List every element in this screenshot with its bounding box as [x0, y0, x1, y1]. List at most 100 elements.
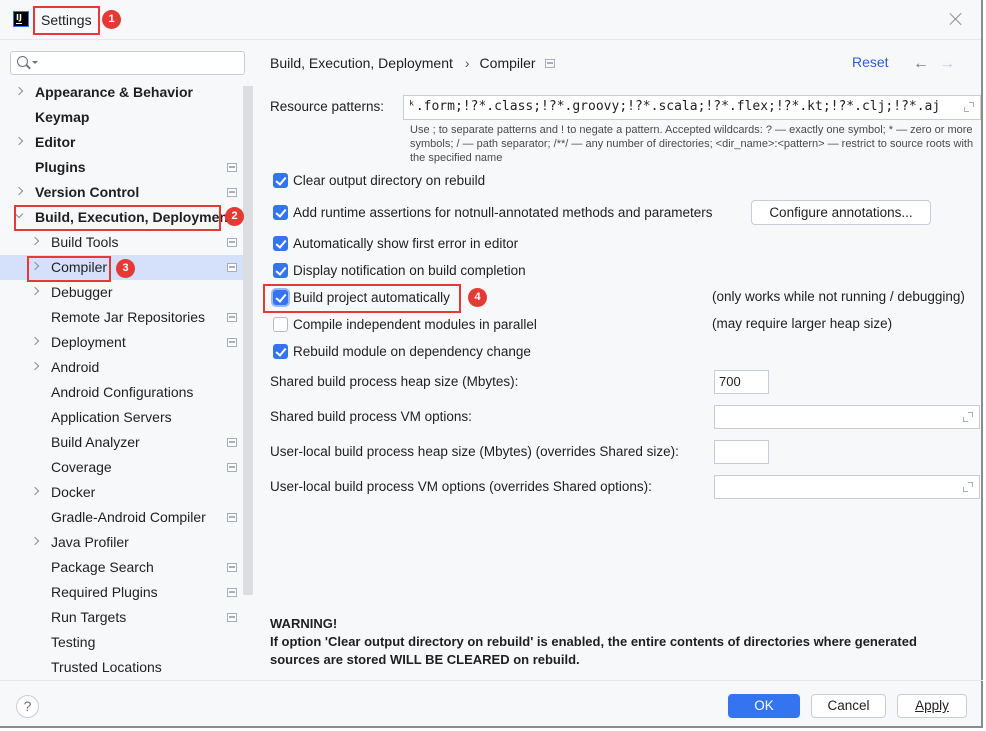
- resource-patterns-input[interactable]: ᵏ.form;!?*.class;!?*.groovy;!?*.scala;!?…: [403, 95, 981, 120]
- shared-vm-label: Shared build process VM options:: [270, 409, 472, 424]
- checkbox[interactable]: [273, 205, 288, 220]
- shared-vm-input[interactable]: [714, 405, 980, 429]
- sidebar-item-deployment[interactable]: Deployment: [0, 330, 243, 355]
- search-history-dropdown-icon[interactable]: [32, 61, 38, 64]
- sidebar-item-editor[interactable]: Editor: [0, 130, 243, 155]
- sidebar-item-testing[interactable]: Testing: [0, 630, 243, 655]
- sidebar-scrollbar[interactable]: [243, 86, 253, 595]
- sidebar-item-label: Docker: [51, 484, 96, 500]
- project-level-icon: [227, 313, 237, 322]
- chevron-right-icon[interactable]: [14, 86, 24, 96]
- chevron-right-icon[interactable]: [30, 336, 40, 346]
- highlight-compiler: [27, 256, 111, 282]
- forward-arrow-icon[interactable]: →: [939, 55, 955, 73]
- breadcrumb-parent[interactable]: Build, Execution, Deployment: [270, 55, 453, 71]
- checkbox[interactable]: [273, 344, 288, 359]
- sidebar-item-label: Testing: [51, 634, 96, 650]
- sidebar-item-debugger[interactable]: Debugger: [0, 280, 243, 305]
- apply-button[interactable]: Apply: [897, 694, 967, 718]
- project-level-icon: [227, 513, 237, 522]
- project-level-icon: [227, 163, 237, 172]
- dialog-title: Settings: [33, 6, 100, 35]
- sidebar-item-build-tools[interactable]: Build Tools: [0, 230, 243, 255]
- chevron-right-icon[interactable]: [30, 286, 40, 296]
- user-vm-input[interactable]: [714, 475, 980, 499]
- settings-search[interactable]: [10, 51, 245, 75]
- sidebar-item-remote-jar-repositories[interactable]: Remote Jar Repositories: [0, 305, 243, 330]
- shared-heap-value: 700: [719, 374, 741, 389]
- chevron-right-icon[interactable]: [14, 186, 24, 196]
- sidebar-item-build-analyzer[interactable]: Build Analyzer: [0, 430, 243, 455]
- warning-title: WARNING!: [270, 616, 338, 631]
- sidebar-item-label: Java Profiler: [51, 534, 129, 550]
- sidebar-item-run-targets[interactable]: Run Targets: [0, 605, 243, 630]
- sidebar-item-java-profiler[interactable]: Java Profiler: [0, 530, 243, 555]
- sidebar-item-label: Editor: [35, 134, 76, 150]
- chevron-right-icon[interactable]: [14, 136, 24, 146]
- cancel-button[interactable]: Cancel: [811, 694, 886, 718]
- user-heap-input[interactable]: [714, 440, 769, 464]
- sidebar-item-docker[interactable]: Docker: [0, 480, 243, 505]
- annotation-badge-2: 2: [225, 207, 244, 226]
- project-level-icon: [227, 613, 237, 622]
- sidebar-item-keymap[interactable]: Keymap: [0, 105, 243, 130]
- sidebar-item-gradle-android-compiler[interactable]: Gradle-Android Compiler: [0, 505, 243, 530]
- sidebar-item-label: Package Search: [51, 559, 154, 575]
- annotation-badge-1: 1: [102, 10, 121, 29]
- ok-button[interactable]: OK: [728, 694, 800, 718]
- reset-link[interactable]: Reset: [852, 54, 889, 70]
- shared-heap-input[interactable]: 700: [714, 370, 769, 394]
- sidebar-item-trusted-locations[interactable]: Trusted Locations: [0, 655, 243, 680]
- chevron-right-icon[interactable]: [30, 361, 40, 371]
- checkbox[interactable]: [273, 263, 288, 278]
- intellij-logo-icon: IJ: [13, 11, 29, 27]
- sidebar-item-coverage[interactable]: Coverage: [0, 455, 243, 480]
- sidebar-item-label: Trusted Locations: [51, 659, 162, 675]
- checkbox[interactable]: [273, 236, 288, 251]
- sidebar-item-label: Gradle-Android Compiler: [51, 509, 206, 525]
- sidebar-item-label: Keymap: [35, 109, 90, 125]
- checkbox-label: Compile independent modules in parallel: [293, 317, 537, 332]
- sidebar-item-label: Android Configurations: [51, 384, 194, 400]
- resource-patterns-hint: Use ; to separate patterns and ! to nega…: [410, 124, 974, 164]
- breadcrumb-current: Compiler: [479, 55, 536, 71]
- resource-patterns-label: Resource patterns:: [270, 99, 385, 114]
- project-level-icon: [227, 463, 237, 472]
- sidebar-item-label: Required Plugins: [51, 584, 158, 600]
- checkbox[interactable]: [273, 317, 288, 332]
- sidebar-item-label: Remote Jar Repositories: [51, 309, 206, 325]
- search-input[interactable]: [39, 54, 239, 72]
- apply-label: Apply: [915, 698, 949, 713]
- configure-annotations-button[interactable]: Configure annotations...: [751, 200, 931, 225]
- option-note: (only works while not running / debuggin…: [712, 289, 965, 304]
- sidebar-item-application-servers[interactable]: Application Servers: [0, 405, 243, 430]
- checkbox[interactable]: [273, 173, 288, 188]
- sidebar-item-label: Build Tools: [51, 234, 119, 250]
- chevron-right-icon[interactable]: [30, 486, 40, 496]
- warning-text: If option 'Clear output directory on reb…: [270, 634, 917, 667]
- resource-patterns-value: ᵏ.form;!?*.class;!?*.groovy;!?*.scala;!?…: [408, 99, 941, 114]
- sidebar-item-android[interactable]: Android: [0, 355, 243, 380]
- sidebar-item-package-search[interactable]: Package Search: [0, 555, 243, 580]
- sidebar-item-plugins[interactable]: Plugins: [0, 155, 243, 180]
- expand-icon[interactable]: [963, 482, 973, 492]
- checkbox-label: Rebuild module on dependency change: [293, 344, 531, 359]
- expand-icon[interactable]: [963, 412, 973, 422]
- back-arrow-icon[interactable]: ←: [913, 55, 929, 73]
- settings-tree: Appearance & Behavior Keymap Editor Plugins…: [0, 80, 243, 680]
- close-icon[interactable]: [949, 12, 963, 26]
- sidebar-item-required-plugins[interactable]: Required Plugins: [0, 580, 243, 605]
- chevron-right-icon[interactable]: [30, 536, 40, 546]
- expand-icon[interactable]: [964, 102, 974, 112]
- highlight-build-project-automatically: [263, 284, 461, 313]
- project-level-icon: [227, 338, 237, 347]
- sidebar-item-label: Appearance & Behavior: [35, 84, 193, 100]
- sidebar-item-appearance-behavior[interactable]: Appearance & Behavior: [0, 80, 243, 105]
- warning-message: WARNING! If option 'Clear output directo…: [270, 615, 970, 669]
- help-icon[interactable]: ?: [16, 695, 39, 718]
- sidebar-item-label: Application Servers: [51, 409, 172, 425]
- sidebar-item-version-control[interactable]: Version Control: [0, 180, 243, 205]
- sidebar-item-android-configurations[interactable]: Android Configurations: [0, 380, 243, 405]
- chevron-right-icon[interactable]: [30, 236, 40, 246]
- project-level-icon: [227, 263, 237, 272]
